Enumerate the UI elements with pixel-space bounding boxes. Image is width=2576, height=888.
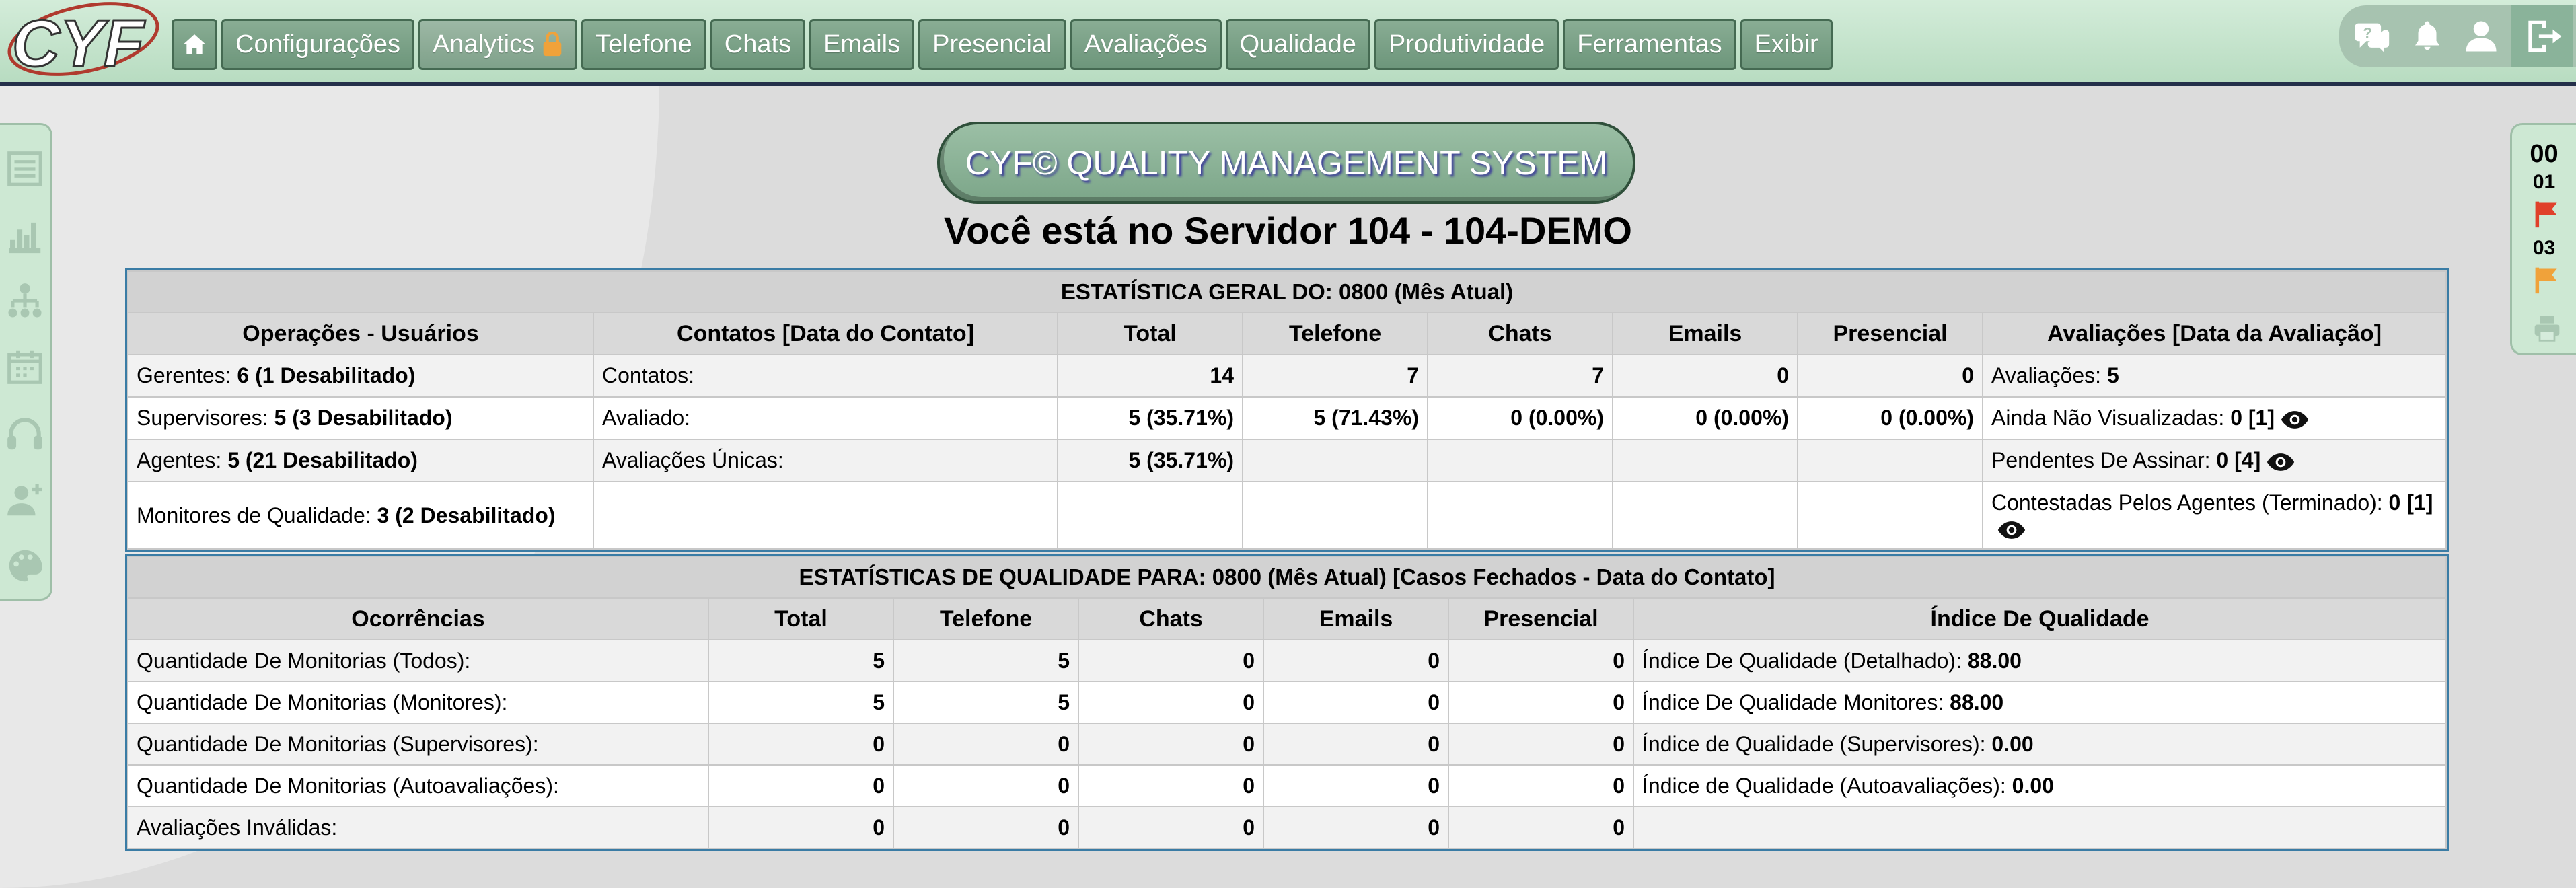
col-header: Índice De Qualidade (1632, 597, 2448, 640)
eye-icon[interactable] (2266, 453, 2295, 472)
eye-icon[interactable] (1997, 521, 2026, 540)
help-chat-button[interactable]: ? (2349, 12, 2397, 61)
col-header: Presencial (1797, 312, 1983, 355)
col-header: Telefone (1242, 312, 1428, 355)
col-header: Ocorrências (127, 597, 709, 640)
palette-icon[interactable] (4, 545, 46, 587)
counter-red: 01 (2532, 171, 2556, 193)
col-header: Operações - Usuários (127, 312, 594, 355)
home-icon (183, 34, 206, 54)
table-row: Monitores de Qualidade: 3 (2 Desabilitad… (127, 481, 2448, 550)
main-nav: Configurações Analytics Telefone Chats E… (172, 19, 1833, 70)
top-bar: CYF Configurações Analytics Telefone Cha… (0, 0, 2576, 82)
org-chart-icon[interactable] (4, 280, 46, 322)
nav-qualidade[interactable]: Qualidade (1225, 19, 1370, 70)
svg-text:?: ? (2363, 24, 2372, 41)
logout-button[interactable] (2511, 5, 2573, 67)
table-row: Gerentes: 6 (1 Desabilitado) Contatos: 1… (127, 354, 2448, 398)
general-stats-table: ESTATÍSTICA GERAL DO: 0800 (Mês Atual) O… (124, 268, 2450, 552)
orange-flag-icon[interactable] (2532, 265, 2562, 295)
table-row: Agentes: 5 (21 Desabilitado) Avaliações … (127, 439, 2448, 482)
svg-text:CYF: CYF (12, 6, 145, 80)
nav-configuracoes[interactable]: Configurações (221, 19, 415, 70)
nav-produtividade[interactable]: Produtividade (1374, 19, 1559, 70)
notifications-button[interactable] (2403, 12, 2452, 61)
table-row: Supervisores: 5 (3 Desabilitado) Avaliad… (127, 396, 2448, 440)
nav-avaliacoes[interactable]: Avaliações (1070, 19, 1222, 70)
col-header: Telefone (893, 597, 1079, 640)
col-header: Emails (1263, 597, 1449, 640)
eye-icon[interactable] (2280, 410, 2310, 429)
col-header: Chats (1427, 312, 1613, 355)
system-title-badge: CYF© QUALITY MANAGEMENT SYSTEM (937, 122, 1635, 204)
left-side-panel (0, 123, 52, 601)
nav-analytics[interactable]: Analytics (418, 19, 578, 70)
table-row: Quantidade De Monitorias (Todos): 5 5 0 … (127, 639, 2448, 682)
counter-main: 00 (2530, 140, 2559, 168)
server-info: Você está no Servidor 104 - 104-DEMO (944, 209, 1632, 252)
home-button[interactable] (172, 19, 217, 70)
nav-emails[interactable]: Emails (809, 19, 915, 70)
col-header: Avaliações [Data da Avaliação] (1981, 312, 2448, 355)
col-header: Presencial (1448, 597, 1634, 640)
table-row: Quantidade De Monitorias (Autoavaliações… (127, 764, 2448, 807)
lock-icon (543, 32, 562, 57)
report-list-icon[interactable] (4, 148, 46, 190)
calendar-icon[interactable] (4, 346, 46, 387)
add-agent-icon[interactable] (4, 479, 46, 521)
col-header: Total (708, 597, 894, 640)
col-header: Contatos [Data do Contato] (593, 312, 1058, 355)
user-tools: ? (2339, 5, 2576, 67)
col-header: Emails (1612, 312, 1798, 355)
help-chat-icon: ? (2355, 23, 2390, 53)
user-profile-button[interactable] (2457, 12, 2505, 61)
bell-icon (2415, 21, 2439, 50)
nav-presencial[interactable]: Presencial (918, 19, 1066, 70)
user-icon (2466, 21, 2497, 52)
headset-icon[interactable] (4, 413, 46, 455)
print-icon[interactable] (2532, 313, 2562, 343)
nav-chats[interactable]: Chats (710, 19, 806, 70)
nav-exibir[interactable]: Exibir (1740, 19, 1833, 70)
quality-stats-table: ESTATÍSTICAS DE QUALIDADE PARA: 0800 (Mê… (124, 554, 2450, 851)
quality-stats-title: ESTATÍSTICAS DE QUALIDADE PARA: 0800 (Mê… (126, 556, 2448, 599)
col-header: Chats (1078, 597, 1264, 640)
cyf-logo[interactable]: CYF (3, 0, 164, 83)
table-row: Quantidade De Monitorias (Supervisores):… (127, 723, 2448, 766)
col-header: Total (1057, 312, 1243, 355)
nav-ferramentas[interactable]: Ferramentas (1563, 19, 1736, 70)
top-bar-divider (0, 82, 2576, 86)
table-row: Avaliações Inválidas: 0 0 0 0 0 (127, 806, 2448, 849)
general-stats-title: ESTATÍSTICA GERAL DO: 0800 (Mês Atual) (126, 270, 2448, 313)
nav-telefone[interactable]: Telefone (581, 19, 706, 70)
table-row: Quantidade De Monitorias (Monitores): 5 … (127, 681, 2448, 724)
logout-icon (2528, 20, 2562, 52)
